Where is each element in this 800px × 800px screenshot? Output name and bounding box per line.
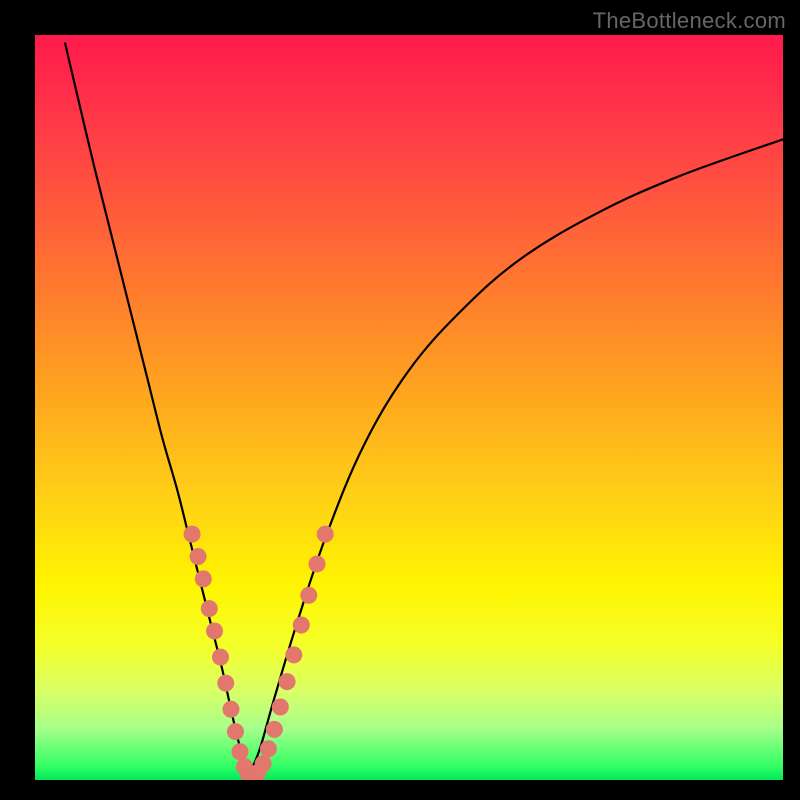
marker-dot: [212, 649, 229, 666]
marker-dot: [279, 673, 296, 690]
marker-dot: [260, 740, 277, 757]
marker-dot: [206, 623, 223, 640]
curve-group: [65, 42, 783, 776]
marker-dot: [317, 526, 334, 543]
chart-frame: TheBottleneck.com: [0, 0, 800, 800]
marker-dot: [285, 646, 302, 663]
marker-dots: [184, 526, 334, 780]
curve-left-path: [65, 42, 248, 776]
marker-dot: [308, 555, 325, 572]
marker-dot: [255, 755, 272, 772]
marker-dot: [184, 526, 201, 543]
watermark-text: TheBottleneck.com: [593, 8, 786, 34]
curve-right-path: [248, 139, 783, 776]
marker-dot: [227, 723, 244, 740]
plot-area: [35, 35, 783, 780]
chart-svg: [35, 35, 783, 780]
marker-dot: [190, 548, 207, 565]
marker-dot: [217, 675, 234, 692]
marker-dot: [272, 698, 289, 715]
marker-dot: [231, 743, 248, 760]
marker-dot: [266, 721, 283, 738]
marker-dot: [201, 600, 218, 617]
marker-dot: [222, 701, 239, 718]
marker-dot: [300, 587, 317, 604]
marker-dot: [195, 570, 212, 587]
marker-dot: [293, 617, 310, 634]
